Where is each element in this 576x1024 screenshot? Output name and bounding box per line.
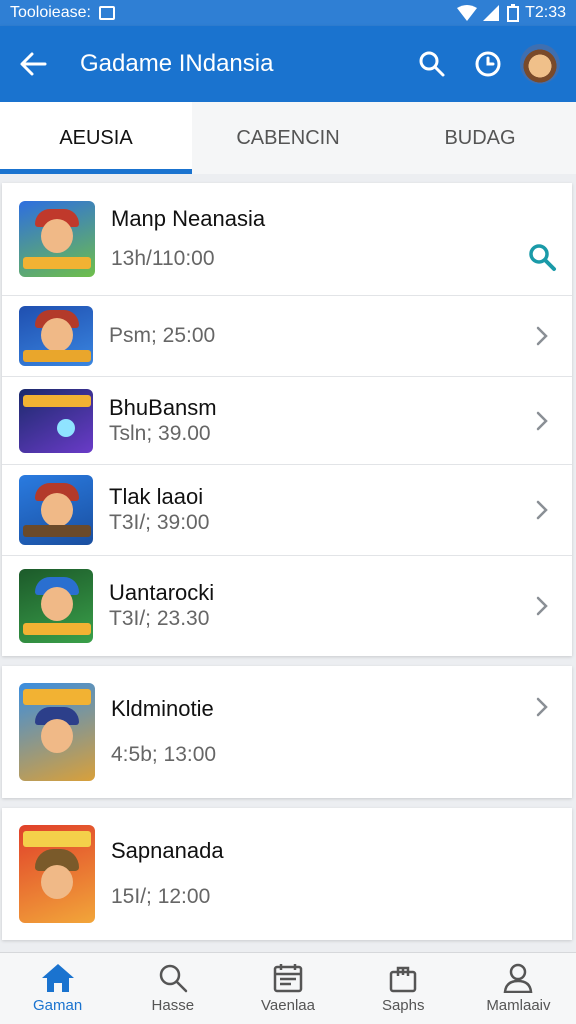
- item-title: Manp Neanasia: [111, 206, 266, 231]
- search-icon: [419, 51, 445, 77]
- game-thumbnail: [19, 569, 93, 643]
- list-item[interactable]: Uantarocki T3I/; 23.30: [2, 556, 572, 656]
- tab-cabencin[interactable]: CABENCIN: [192, 102, 384, 174]
- list-item[interactable]: Psm; 25:00: [2, 296, 572, 377]
- game-thumbnail: [19, 388, 93, 453]
- game-thumbnail: [19, 306, 93, 366]
- list-item[interactable]: Kldminotie 4:5b; 13:00: [2, 666, 572, 798]
- item-title: BhuBansm: [109, 394, 217, 420]
- item-title: Tlak laaoi: [109, 484, 204, 509]
- list-card: Sapnanada 15I/; 12:00: [2, 808, 572, 940]
- item-time: Tsln; 39.00: [109, 421, 211, 445]
- home-icon: [41, 964, 74, 992]
- nav-mamlaaiv[interactable]: Mamlaaiv: [461, 953, 576, 1024]
- clock-text: T2:33: [525, 4, 566, 21]
- item-chevron[interactable]: [512, 410, 572, 432]
- game-thumbnail: [19, 475, 93, 545]
- status-bar: Tooloiease: T2:33: [0, 0, 576, 26]
- chevron-right-icon: [536, 697, 548, 717]
- tab-aeusia[interactable]: AEUSIA: [0, 102, 192, 174]
- app-bar: Gadame INdansia: [0, 26, 576, 102]
- item-chevron[interactable]: [512, 696, 572, 718]
- person-icon: [504, 963, 533, 993]
- item-time: 13h/110:00: [111, 247, 215, 270]
- list-item[interactable]: Tlak laaoi T3I/; 39:00: [2, 465, 572, 556]
- item-chevron[interactable]: [512, 499, 572, 521]
- tab-budag[interactable]: BUDAG: [384, 102, 576, 174]
- search-icon: [529, 244, 556, 271]
- nav-label: Hasse: [151, 997, 195, 1014]
- search-icon: [159, 964, 188, 993]
- avatar[interactable]: [520, 44, 560, 84]
- battery-icon: [507, 4, 520, 22]
- page-title: Gadame INdansia: [80, 50, 274, 77]
- item-title: Kldminotie: [111, 696, 214, 721]
- notification-icon: [98, 6, 115, 20]
- item-time: 4:5b; 13:00: [111, 743, 217, 766]
- wifi-icon: [457, 5, 478, 21]
- game-thumbnail: [19, 683, 95, 781]
- item-chevron[interactable]: [512, 595, 572, 617]
- game-thumbnail: [19, 825, 95, 923]
- nav-gaman[interactable]: Gaman: [0, 953, 115, 1024]
- item-title: Uantarocki: [109, 580, 215, 605]
- bottom-nav: Gaman Hasse Vaenlaa Saphs Mamlaaiv: [0, 952, 576, 1024]
- item-title: Sapnanada: [111, 838, 224, 863]
- item-time: Psm; 25:00: [109, 324, 216, 347]
- list-card: Manp Neanasia 13h/110:00 Psm; 25:00 BhuB…: [2, 183, 572, 656]
- chevron-right-icon: [536, 326, 548, 346]
- calendar-icon: [273, 964, 303, 993]
- item-time: 15I/; 12:00: [111, 885, 211, 908]
- clock-icon: [475, 51, 501, 77]
- nav-label: Vaenlaa: [261, 997, 315, 1014]
- signal-icon: [483, 5, 500, 21]
- chevron-right-icon: [536, 596, 548, 616]
- status-text: Tooloiease:: [10, 4, 91, 21]
- item-chevron[interactable]: [512, 325, 572, 347]
- nav-vaenlaa[interactable]: Vaenlaa: [230, 953, 345, 1024]
- nav-label: Saphs: [381, 997, 425, 1014]
- list-item[interactable]: Sapnanada 15I/; 12:00: [2, 808, 572, 940]
- item-search-button[interactable]: [512, 242, 572, 272]
- list-card: Kldminotie 4:5b; 13:00: [2, 666, 572, 798]
- game-thumbnail: [19, 201, 95, 277]
- chevron-right-icon: [536, 411, 548, 430]
- nav-hasse[interactable]: Hasse: [115, 953, 230, 1024]
- chevron-right-icon: [536, 500, 548, 520]
- history-button[interactable]: [460, 26, 516, 102]
- tab-bar: AEUSIA CABENCIN BUDAG: [0, 102, 576, 174]
- item-time: T3I/; 23.30: [109, 607, 210, 630]
- nav-label: Gaman: [33, 997, 83, 1014]
- shopping-bag-icon: [389, 966, 417, 993]
- nav-label: Mamlaaiv: [486, 997, 551, 1014]
- list-item[interactable]: Manp Neanasia 13h/110:00: [2, 183, 572, 296]
- list-item[interactable]: BhuBansm Tsln; 39.00: [2, 377, 572, 465]
- item-time: T3I/; 39:00: [109, 511, 210, 534]
- arrow-left-icon: [20, 52, 47, 76]
- nav-saphs[interactable]: Saphs: [346, 953, 461, 1024]
- search-button[interactable]: [404, 26, 460, 102]
- back-button[interactable]: [0, 26, 66, 102]
- schedule-list: Manp Neanasia 13h/110:00 Psm; 25:00 BhuB…: [0, 183, 576, 950]
